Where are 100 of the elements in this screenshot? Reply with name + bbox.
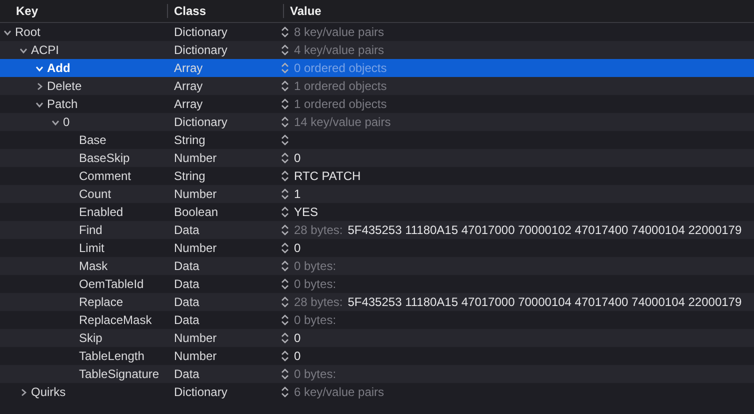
value-summary: 0 ordered objects <box>294 61 387 75</box>
class-text: Number <box>174 331 217 345</box>
key-text: Skip <box>79 331 102 345</box>
stepper-icon[interactable] <box>281 260 289 272</box>
tree-row[interactable]: Root Dictionary 8 key/value pairs <box>0 23 754 41</box>
tree-row[interactable]: Find Data 28 bytes: 5F435253 11180A15 47017000 70000102 47017400 74000104 22000179 <box>0 221 754 239</box>
tree-row[interactable]: ACPI Dictionary 4 key/value pairs <box>0 41 754 59</box>
tree-row[interactable]: Base String <box>0 131 754 149</box>
disclosure-icon[interactable] <box>19 388 28 396</box>
value-summary: 28 bytes: <box>294 295 343 309</box>
column-header[interactable]: Key <box>0 4 167 18</box>
stepper-icon[interactable] <box>281 386 289 398</box>
value-text[interactable]: 0 <box>294 241 301 255</box>
stepper-icon[interactable] <box>281 188 289 200</box>
stepper-icon[interactable] <box>281 368 289 380</box>
key-text: TableLength <box>79 349 144 363</box>
class-text: String <box>174 133 206 147</box>
tree-row[interactable]: Limit Number 0 <box>0 239 754 257</box>
stepper-icon[interactable] <box>281 278 289 290</box>
key-text: Base <box>79 133 106 147</box>
class-text: Data <box>174 259 200 273</box>
key-text: 0 <box>63 115 70 129</box>
stepper-icon[interactable] <box>281 152 289 164</box>
stepper-icon[interactable] <box>281 26 289 38</box>
value-text[interactable]: 5F435253 11180A15 47017000 70000102 47017400 74000104 22000179 <box>348 223 742 237</box>
stepper-icon[interactable] <box>281 80 289 92</box>
tree-row[interactable]: Enabled Boolean YES <box>0 203 754 221</box>
key-text: Limit <box>79 241 104 255</box>
stepper-icon[interactable] <box>281 206 289 218</box>
tree-row[interactable]: Mask Data 0 bytes: <box>0 257 754 275</box>
class-text: Boolean <box>174 205 218 219</box>
tree-row[interactable]: Quirks Dictionary 6 key/value pairs <box>0 383 754 401</box>
class-text: Data <box>174 277 200 291</box>
key-text: Delete <box>47 79 82 93</box>
value-text[interactable]: RTC PATCH <box>294 169 361 183</box>
value-text[interactable]: 0 <box>294 349 301 363</box>
class-text: String <box>174 169 206 183</box>
stepper-icon[interactable] <box>281 314 289 326</box>
value-text[interactable]: 0 <box>294 331 301 345</box>
tree-row[interactable]: TableLength Number 0 <box>0 347 754 365</box>
class-text: Array <box>174 79 203 93</box>
tree-row[interactable]: Delete Array 1 ordered objects <box>0 77 754 95</box>
value-summary: 1 ordered objects <box>294 79 387 93</box>
key-text: Enabled <box>79 205 124 219</box>
value-text[interactable]: 5F435253 11180A15 47017000 70000104 47017400 74000104 22000179 <box>348 295 742 309</box>
tree-row[interactable]: BaseSkip Number 0 <box>0 149 754 167</box>
stepper-icon[interactable] <box>281 116 289 128</box>
class-text: Dictionary <box>174 25 228 39</box>
value-summary: 0 bytes: <box>294 367 336 381</box>
class-text: Data <box>174 313 200 327</box>
tree-row[interactable]: OemTableId Data 0 bytes: <box>0 275 754 293</box>
column-header[interactable]: Class <box>167 4 283 18</box>
key-text: TableSignature <box>79 367 160 381</box>
tree-row[interactable]: Count Number 1 <box>0 185 754 203</box>
stepper-icon[interactable] <box>281 170 289 182</box>
value-summary: 0 bytes: <box>294 259 336 273</box>
stepper-icon[interactable] <box>281 224 289 236</box>
tree-row[interactable]: Patch Array 1 ordered objects <box>0 95 754 113</box>
tree-row[interactable]: Comment String RTC PATCH <box>0 167 754 185</box>
class-text: Data <box>174 295 200 309</box>
value-text[interactable]: YES <box>294 205 318 219</box>
tree-row[interactable]: 0 Dictionary 14 key/value pairs <box>0 113 754 131</box>
class-text: Data <box>174 223 200 237</box>
tree-row[interactable]: Replace Data 28 bytes: 5F435253 11180A15 47017000 70000104 47017400 74000104 22000179 <box>0 293 754 311</box>
key-text: Mask <box>79 259 108 273</box>
key-text: Replace <box>79 295 124 309</box>
key-text: Quirks <box>31 385 66 399</box>
value-text[interactable]: 1 <box>294 187 301 201</box>
value-text[interactable]: 0 <box>294 151 301 165</box>
stepper-icon[interactable] <box>281 332 289 344</box>
tree-row[interactable]: ReplaceMask Data 0 bytes: <box>0 311 754 329</box>
value-summary: 6 key/value pairs <box>294 385 384 399</box>
stepper-icon[interactable] <box>281 98 289 110</box>
disclosure-icon[interactable] <box>35 82 44 90</box>
stepper-icon[interactable] <box>281 242 289 254</box>
tree-row[interactable]: TableSignature Data 0 bytes: <box>0 365 754 383</box>
tree-row[interactable]: Skip Number 0 <box>0 329 754 347</box>
value-summary: 4 key/value pairs <box>294 43 384 57</box>
class-text: Number <box>174 187 217 201</box>
value-summary: 28 bytes: <box>294 223 343 237</box>
class-text: Dictionary <box>174 43 228 57</box>
value-summary: 1 ordered objects <box>294 97 387 111</box>
tree-row[interactable]: Add Array 0 ordered objects <box>0 59 754 77</box>
key-text: Count <box>79 187 112 201</box>
value-summary: 8 key/value pairs <box>294 25 384 39</box>
value-summary: 14 key/value pairs <box>294 115 391 129</box>
key-text: BaseSkip <box>79 151 130 165</box>
key-text: ReplaceMask <box>79 313 152 327</box>
stepper-icon[interactable] <box>281 134 289 146</box>
column-header[interactable]: Value <box>283 4 322 18</box>
stepper-icon[interactable] <box>281 296 289 308</box>
stepper-icon[interactable] <box>281 350 289 362</box>
key-text: OemTableId <box>79 277 144 291</box>
class-text: Dictionary <box>174 385 228 399</box>
class-text: Data <box>174 367 200 381</box>
class-text: Number <box>174 241 217 255</box>
class-text: Dictionary <box>174 115 228 129</box>
key-text: Find <box>79 223 102 237</box>
stepper-icon[interactable] <box>281 44 289 56</box>
value-summary: 0 bytes: <box>294 313 336 327</box>
